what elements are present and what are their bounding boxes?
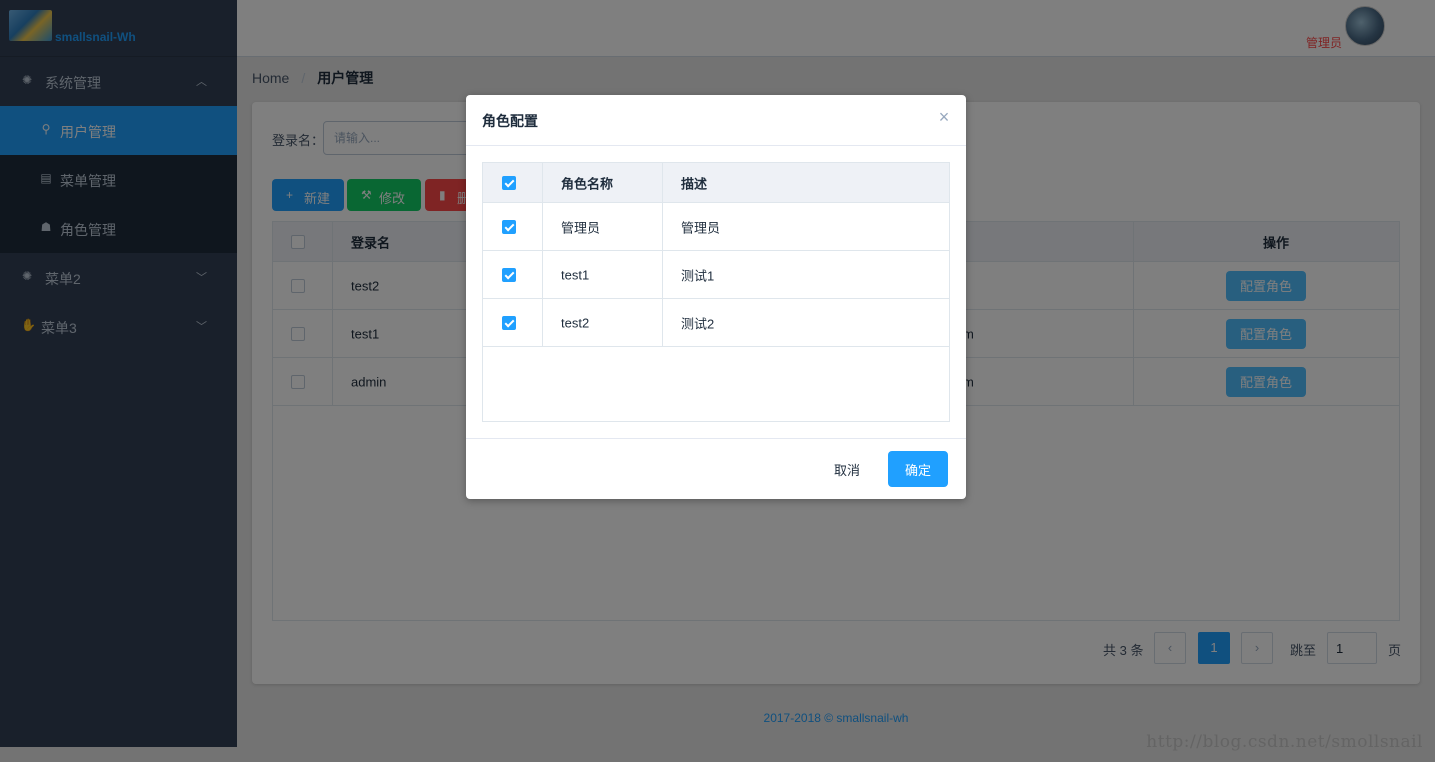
column-header-role-name: 角色名称 xyxy=(561,176,614,191)
close-icon[interactable]: × xyxy=(936,108,952,126)
column-header-desc: 描述 xyxy=(681,176,708,191)
cell-role-desc: 测试1 xyxy=(681,268,715,283)
cell-role-name: 管理员 xyxy=(561,220,601,235)
cell-role-name: test2 xyxy=(561,315,590,330)
role-table-header: 角色名称 描述 xyxy=(483,163,949,203)
row-checkbox[interactable] xyxy=(502,267,516,282)
role-row[interactable]: test2 测试2 xyxy=(483,299,949,347)
row-checkbox[interactable] xyxy=(502,219,516,234)
role-row[interactable]: test1 测试1 xyxy=(483,251,949,299)
role-table: 角色名称 描述 管理员 管理员 test1 测试1 test2 测试2 xyxy=(482,162,950,422)
dialog-header: 角色配置 × xyxy=(466,95,966,146)
cell-role-name: test1 xyxy=(561,267,590,282)
dialog-title: 角色配置 xyxy=(482,113,538,129)
confirm-button[interactable]: 确定 xyxy=(888,451,948,487)
cell-role-desc: 管理员 xyxy=(681,220,721,235)
select-all-checkbox[interactable] xyxy=(502,175,516,190)
role-row[interactable]: 管理员 管理员 xyxy=(483,203,949,251)
role-config-dialog: 角色配置 × 角色名称 描述 管理员 管理员 test1 测试1 test2 测… xyxy=(466,95,966,499)
row-checkbox[interactable] xyxy=(502,315,516,330)
cancel-button[interactable]: 取消 xyxy=(822,451,872,487)
dialog-footer: 取消 确定 xyxy=(466,438,966,499)
cell-role-desc: 测试2 xyxy=(681,316,715,331)
